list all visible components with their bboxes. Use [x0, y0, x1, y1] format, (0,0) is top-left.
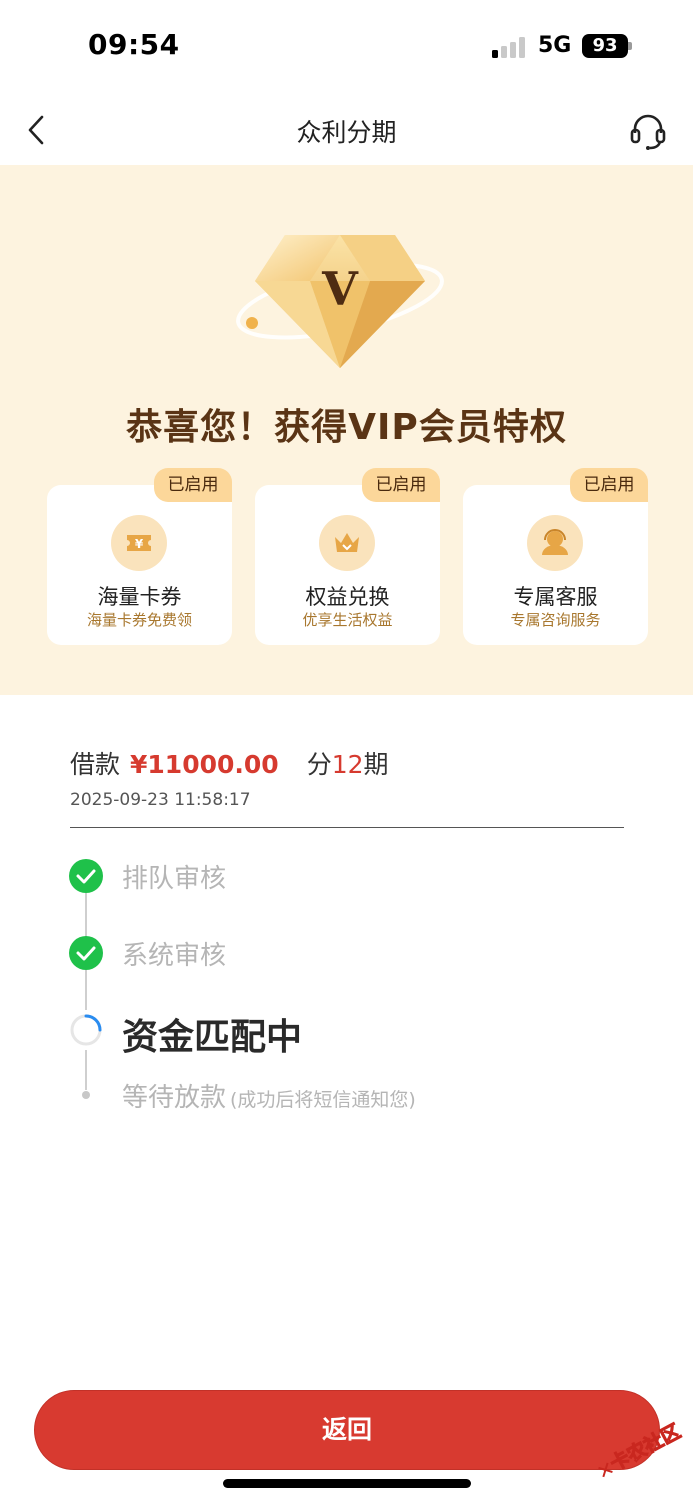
card-subtitle: 海量卡券免费领 [86, 611, 192, 629]
svg-text:¥: ¥ [135, 537, 144, 551]
customer-service-icon[interactable] [628, 111, 668, 151]
status-time: 09:54 [88, 28, 180, 61]
card-subtitle: 优享生活权益 [302, 611, 393, 629]
signal-strength-icon [492, 36, 528, 58]
step-done-check-icon [69, 936, 103, 970]
network-type: 5G [538, 33, 572, 58]
vip-diamond-icon: V [230, 223, 450, 383]
home-indicator [223, 1479, 471, 1488]
step-queue-review: 排队审核 [122, 864, 227, 894]
svg-text:卡农社区: 卡农社区 [606, 1419, 684, 1475]
loan-amount: ¥11000.00 [130, 750, 279, 779]
step-connector [85, 893, 87, 937]
step-awaiting-disbursement: 等待放款 (成功后将短信通知您) [122, 1083, 416, 1113]
divider [70, 827, 624, 828]
benefit-card-rights[interactable]: 已启用 权益兑换 优享生活权益 [255, 468, 440, 645]
agent-icon [527, 515, 583, 571]
loan-label: 借款 [70, 750, 121, 779]
step-pending-dot [82, 1091, 90, 1099]
battery-icon: 93 [582, 34, 628, 58]
loan-period: 分12期 [306, 750, 389, 779]
card-title: 权益兑换 [305, 585, 390, 609]
card-title: 海量卡券 [97, 585, 182, 609]
step-connector [85, 970, 87, 1010]
vip-headline: 恭喜您！获得VIP会员特权 [126, 407, 567, 448]
battery-tip [628, 42, 632, 50]
card-title: 专属客服 [513, 585, 598, 609]
enabled-badge: 已启用 [570, 468, 648, 502]
step-fund-matching: 资金匹配中 [122, 1017, 303, 1058]
watermark-logo: 卡农社区 ✕ [585, 1408, 693, 1485]
nav-bar: 众利分期 [0, 95, 693, 165]
benefit-card-service[interactable]: 已启用 专属客服 专属咨询服务 [463, 468, 648, 645]
page-title: 众利分期 [296, 118, 397, 147]
step-note: (成功后将短信通知您) [230, 1089, 416, 1111]
enabled-badge: 已启用 [362, 468, 440, 502]
step-done-check-icon [69, 859, 103, 893]
step-system-review: 系统审核 [122, 941, 227, 971]
benefit-card-coupons[interactable]: 已启用 ¥ 海量卡券 海量卡券免费领 [47, 468, 232, 645]
loan-datetime: 2025-09-23 11:58:17 [70, 790, 251, 810]
loading-spinner-icon [69, 1013, 103, 1047]
crown-icon [319, 515, 375, 571]
step-connector [85, 1050, 87, 1090]
return-button[interactable]: 返回 [34, 1390, 660, 1470]
loan-summary: 借款 ¥11000.00 分12期 [70, 745, 389, 781]
status-bar: 09:54 5G 93 [0, 0, 693, 95]
enabled-badge: 已启用 [154, 468, 232, 502]
vip-banner: V 恭喜您！获得VIP会员特权 已启用 ¥ 海量卡券 海量卡券免费领 已启用 权… [0, 165, 693, 695]
card-subtitle: 专属咨询服务 [510, 611, 601, 629]
svg-text:V: V [321, 262, 359, 316]
loan-period-count: 12 [331, 750, 364, 779]
coupon-icon: ¥ [111, 515, 167, 571]
